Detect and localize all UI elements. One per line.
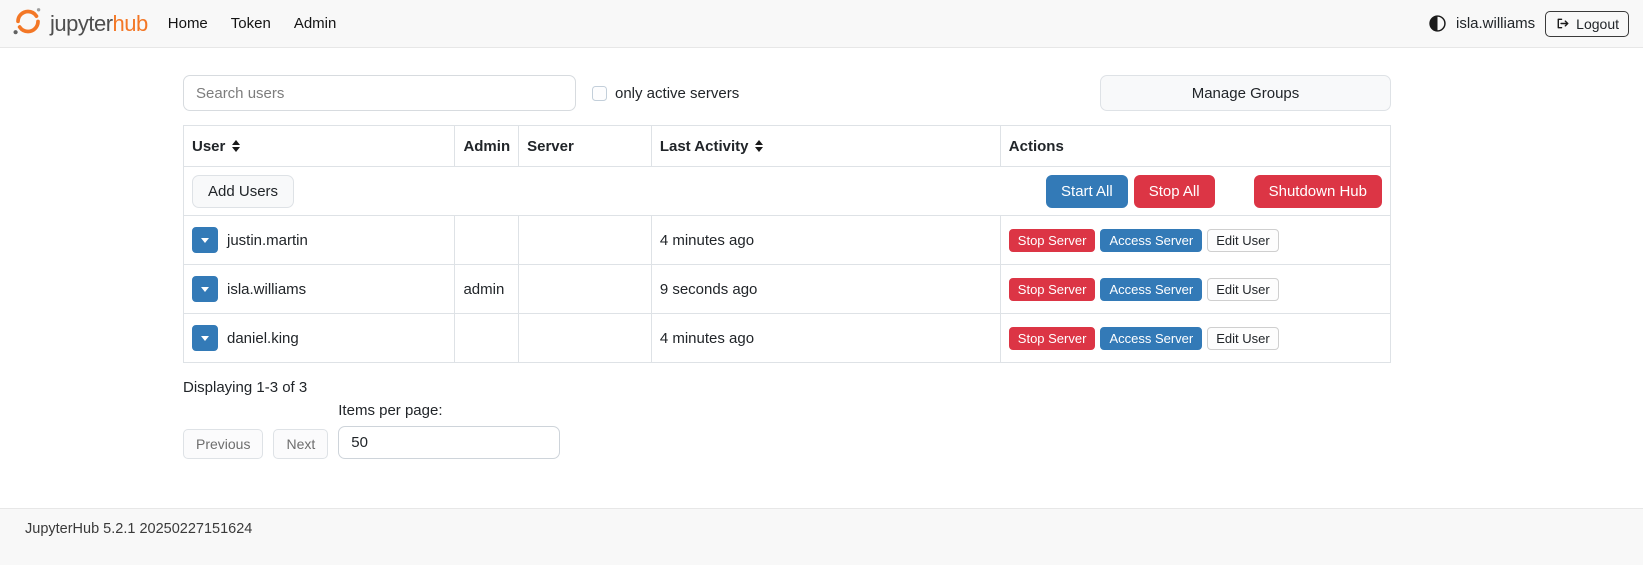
manage-groups-button[interactable]: Manage Groups bbox=[1100, 75, 1391, 111]
current-user-label: isla.williams bbox=[1456, 15, 1535, 32]
admin-cell bbox=[455, 216, 519, 265]
table-row: daniel.king 4 minutes ago Stop Server Ac… bbox=[184, 314, 1391, 363]
user-cell: justin.martin bbox=[184, 216, 455, 265]
version-label: JupyterHub 5.2.1 20250227151624 bbox=[25, 521, 252, 537]
nav-link-admin[interactable]: Admin bbox=[294, 15, 337, 32]
navbar: jupyterhub Home Token Admin isla.william… bbox=[0, 0, 1643, 48]
only-active-servers-checkbox[interactable] bbox=[592, 86, 607, 101]
header-admin: Admin bbox=[455, 126, 519, 167]
chevron-down-icon bbox=[201, 287, 209, 292]
stop-server-button[interactable]: Stop Server bbox=[1009, 229, 1096, 252]
stop-all-button[interactable]: Stop All bbox=[1134, 175, 1215, 208]
jupyterhub-brand[interactable]: jupyterhub bbox=[11, 6, 148, 41]
users-table: User Admin Server Last Activity Actions bbox=[183, 125, 1391, 363]
sort-up-down-icon[interactable] bbox=[232, 140, 240, 152]
access-server-button[interactable]: Access Server bbox=[1100, 278, 1202, 301]
admin-cell: admin bbox=[455, 265, 519, 314]
server-cell bbox=[519, 314, 652, 363]
pagination-summary: Displaying 1-3 of 3 bbox=[183, 379, 1391, 396]
shutdown-hub-button[interactable]: Shutdown Hub bbox=[1254, 175, 1382, 208]
table-control-row: Add Users Start All Stop All Shutdown Hu… bbox=[184, 167, 1391, 216]
access-server-button[interactable]: Access Server bbox=[1100, 229, 1202, 252]
username-label: justin.martin bbox=[227, 232, 308, 249]
table-row: isla.williams admin 9 seconds ago Stop S… bbox=[184, 265, 1391, 314]
access-server-button[interactable]: Access Server bbox=[1100, 327, 1202, 350]
search-input[interactable] bbox=[183, 75, 576, 111]
items-per-page-input[interactable] bbox=[338, 426, 560, 459]
edit-user-button[interactable]: Edit User bbox=[1207, 229, 1278, 252]
user-dropdown-button[interactable] bbox=[192, 325, 218, 351]
navbar-right: isla.williams Logout bbox=[1429, 11, 1629, 37]
jupyterhub-logo-icon bbox=[11, 6, 45, 41]
add-users-button[interactable]: Add Users bbox=[192, 175, 294, 208]
user-cell: daniel.king bbox=[184, 314, 455, 363]
start-all-button[interactable]: Start All bbox=[1046, 175, 1128, 208]
last-activity-cell: 4 minutes ago bbox=[651, 314, 1000, 363]
header-actions: Actions bbox=[1000, 126, 1390, 167]
user-dropdown-button[interactable] bbox=[192, 276, 218, 302]
previous-page-button[interactable]: Previous bbox=[183, 429, 263, 459]
stop-server-button[interactable]: Stop Server bbox=[1009, 278, 1096, 301]
admin-cell bbox=[455, 314, 519, 363]
items-per-page: Items per page: bbox=[338, 402, 560, 459]
header-server: Server bbox=[519, 126, 652, 167]
nav-links: Home Token Admin bbox=[168, 15, 337, 32]
server-cell bbox=[519, 216, 652, 265]
actions-cell: Stop Server Access Server Edit User bbox=[1000, 216, 1390, 265]
last-activity-cell: 4 minutes ago bbox=[651, 216, 1000, 265]
header-user-label: User bbox=[192, 138, 225, 155]
last-activity-cell: 9 seconds ago bbox=[651, 265, 1000, 314]
actions-cell: Stop Server Access Server Edit User bbox=[1000, 314, 1390, 363]
edit-user-button[interactable]: Edit User bbox=[1207, 327, 1278, 350]
box-arrow-right-icon bbox=[1555, 16, 1570, 31]
nav-link-home[interactable]: Home bbox=[168, 15, 208, 32]
chevron-down-icon bbox=[201, 336, 209, 341]
edit-user-button[interactable]: Edit User bbox=[1207, 278, 1278, 301]
items-per-page-label: Items per page: bbox=[338, 402, 560, 419]
user-dropdown-button[interactable] bbox=[192, 227, 218, 253]
sort-up-down-icon[interactable] bbox=[755, 140, 763, 152]
only-active-servers-label: only active servers bbox=[615, 85, 739, 102]
brand-title: jupyterhub bbox=[50, 11, 148, 37]
pagination: Displaying 1-3 of 3 Previous Next Items … bbox=[183, 379, 1391, 459]
nav-link-token[interactable]: Token bbox=[231, 15, 271, 32]
actions-cell: Stop Server Access Server Edit User bbox=[1000, 265, 1390, 314]
logout-button[interactable]: Logout bbox=[1545, 11, 1629, 37]
user-cell: isla.williams bbox=[184, 265, 455, 314]
stop-server-button[interactable]: Stop Server bbox=[1009, 327, 1096, 350]
active-servers-filter: only active servers bbox=[592, 85, 739, 102]
header-last-activity-label: Last Activity bbox=[660, 138, 749, 155]
admin-panel: only active servers Manage Groups User A… bbox=[183, 75, 1391, 459]
bulk-actions: Start All Stop All Shutdown Hub bbox=[1046, 175, 1382, 208]
header-last-activity[interactable]: Last Activity bbox=[651, 126, 1000, 167]
username-label: daniel.king bbox=[227, 330, 299, 347]
toolbar: only active servers Manage Groups bbox=[183, 75, 1391, 111]
server-cell bbox=[519, 265, 652, 314]
header-user[interactable]: User bbox=[184, 126, 455, 167]
username-label: isla.williams bbox=[227, 281, 306, 298]
footer: JupyterHub 5.2.1 20250227151624 bbox=[0, 508, 1643, 565]
color-mode-toggle-icon[interactable] bbox=[1429, 15, 1446, 32]
logout-label: Logout bbox=[1576, 16, 1619, 32]
next-page-button[interactable]: Next bbox=[273, 429, 328, 459]
chevron-down-icon bbox=[201, 238, 209, 243]
table-header-row: User Admin Server Last Activity Actions bbox=[184, 126, 1391, 167]
table-row: justin.martin 4 minutes ago Stop Server … bbox=[184, 216, 1391, 265]
